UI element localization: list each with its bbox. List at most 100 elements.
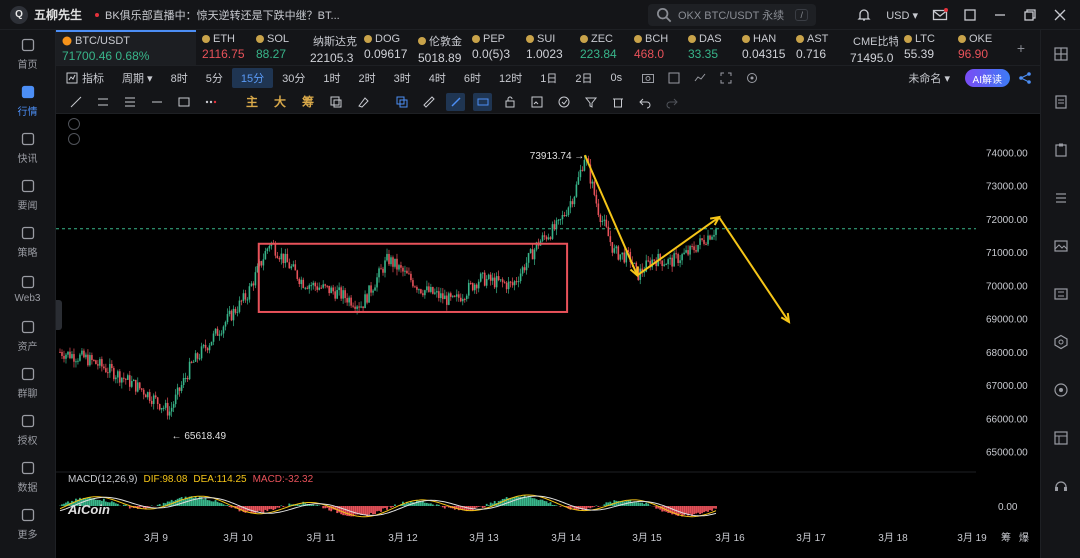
big-order-toggle[interactable]: 大	[270, 93, 290, 110]
rs-layout-button[interactable]	[1041, 30, 1080, 78]
rs-clipboard-button[interactable]	[1041, 126, 1080, 174]
settings-icon[interactable]	[745, 71, 759, 85]
ticker-2[interactable]: SOL 88.27	[250, 30, 304, 65]
mail-icon[interactable]	[932, 7, 948, 23]
redo-tool[interactable]	[662, 93, 681, 111]
ticker-9[interactable]: BCH 468.0	[628, 30, 682, 65]
ticker-1[interactable]: ETH 2116.75	[196, 30, 250, 65]
fullscreen-icon[interactable]	[719, 71, 733, 85]
sidebar-item-7[interactable]: 群聊	[0, 359, 55, 406]
hide-tool[interactable]	[500, 93, 519, 111]
rs-hexagon-button[interactable]	[1041, 318, 1080, 366]
ticker-11[interactable]: HAN 0.04315	[736, 30, 790, 65]
timeframe-3[interactable]: 30分	[273, 68, 314, 88]
sidebar-item-10[interactable]: 更多	[0, 500, 55, 547]
ticker-15[interactable]: OKE 96.90	[952, 30, 1006, 65]
sidebar-item-6[interactable]: 资产	[0, 312, 55, 359]
magnet-tool[interactable]	[446, 92, 466, 111]
rs-image-button[interactable]	[1041, 222, 1080, 270]
ticker-8[interactable]: ZEC 223.84	[574, 30, 628, 65]
price-chart[interactable]: 74000.00 73000.00 72000.00 71000.00 70000.00…	[56, 114, 1040, 558]
channel-tool[interactable]	[120, 93, 139, 111]
hline-tool[interactable]	[93, 93, 112, 111]
search-box[interactable]: OKX BTC/USDT 永续 /	[648, 4, 816, 26]
delete-tool[interactable]	[608, 93, 627, 111]
share-icon[interactable]	[1018, 71, 1032, 85]
timeframe-1[interactable]: 5分	[197, 68, 232, 88]
indicator-button[interactable]: 指标	[56, 68, 113, 88]
close-icon[interactable]	[1052, 7, 1068, 23]
rs-panel-button[interactable]	[1041, 414, 1080, 462]
rs-depth-button[interactable]	[1041, 270, 1080, 318]
sidebar-item-3[interactable]: 要闻	[0, 171, 55, 218]
timeframe-8[interactable]: 6时	[455, 68, 490, 88]
ai-interpret-button[interactable]: AI解读	[964, 69, 1010, 87]
ticker-13[interactable]: CME比特 71495.0	[844, 30, 898, 65]
template-icon[interactable]	[667, 71, 681, 85]
macd-bar	[693, 506, 695, 515]
timeframe-12[interactable]: 0s	[601, 68, 631, 88]
rs-list-button[interactable]	[1041, 174, 1080, 222]
sidebar-item-8[interactable]: 授权	[0, 406, 55, 453]
chip-toggle[interactable]: 筹	[298, 93, 318, 110]
rs-notes-button[interactable]	[1041, 78, 1080, 126]
chart-settings-toggle[interactable]	[68, 133, 80, 145]
minimize-icon[interactable]	[992, 7, 1008, 23]
camera-icon[interactable]	[641, 71, 655, 85]
compare-icon[interactable]	[693, 71, 707, 85]
ticker-4[interactable]: DOG 0.09617	[358, 30, 412, 65]
sidebar-item-4[interactable]: 策略	[0, 218, 55, 265]
filter-tool[interactable]	[581, 93, 600, 111]
app-logo[interactable]: Q 五柳先生	[0, 5, 95, 24]
ticker-0[interactable]: BTC/USDT 71700.46 0.68%	[56, 30, 196, 65]
more-tools[interactable]	[201, 93, 220, 111]
timeframe-2[interactable]: 15分	[231, 68, 274, 88]
copy-tool[interactable]	[326, 93, 345, 111]
ticker-6[interactable]: PEP 0.0(5)3	[466, 30, 520, 65]
alert-tool[interactable]	[554, 93, 573, 111]
lock-tool[interactable]	[473, 92, 493, 111]
ruler-tool[interactable]	[419, 93, 438, 111]
layout-name-select[interactable]: 未命名 ▾	[908, 70, 950, 86]
chart-canvas[interactable]: 74000.00 73000.00 72000.00 71000.00 70000.00…	[56, 114, 1040, 558]
eraser-tool[interactable]	[353, 93, 372, 111]
chart-side-handle[interactable]	[56, 300, 62, 330]
candle-body	[254, 272, 257, 286]
timeframe-4[interactable]: 1时	[314, 68, 349, 88]
timeframe-7[interactable]: 4时	[420, 68, 455, 88]
timeframe-0[interactable]: 8时	[162, 68, 197, 88]
timeframe-10[interactable]: 1日	[531, 68, 566, 88]
chart-collapse-toggle[interactable]	[68, 118, 80, 130]
ticker-3[interactable]: 纳斯达克 22105.3	[304, 30, 358, 65]
ticker-7[interactable]: SUI 1.0023	[520, 30, 574, 65]
news-ticker[interactable]: BK俱乐部直播中：惊天逆转还是下跌中继？BT...	[95, 7, 340, 23]
rs-support-button[interactable]	[1041, 462, 1080, 510]
timeframe-5[interactable]: 2时	[349, 68, 384, 88]
sidebar-item-5[interactable]: Web3	[0, 265, 55, 312]
main-chart-toggle[interactable]: 主	[242, 93, 262, 110]
add-ticker-button[interactable]: +	[1006, 30, 1036, 65]
timeframe-11[interactable]: 2日	[566, 68, 601, 88]
timeframe-6[interactable]: 3时	[385, 68, 420, 88]
sidebar-item-0[interactable]: 首页	[0, 30, 55, 77]
ticker-5[interactable]: 伦敦金 5018.89	[412, 30, 466, 65]
period-select[interactable]: 周期 ▾	[113, 68, 162, 88]
ticker-10[interactable]: DAS 33.35	[682, 30, 736, 65]
bell-icon[interactable]	[856, 7, 872, 23]
undo-tool[interactable]	[635, 93, 654, 111]
sidebar-item-9[interactable]: 数据	[0, 453, 55, 500]
window-float-icon[interactable]	[962, 7, 978, 23]
sidebar-item-1[interactable]: 行情	[0, 77, 55, 124]
maximize-icon[interactable]	[1022, 7, 1038, 23]
ray-tool[interactable]	[147, 93, 166, 111]
timeframe-9[interactable]: 12时	[490, 68, 531, 88]
trendline-tool[interactable]	[66, 93, 85, 111]
link-tool[interactable]	[392, 93, 411, 111]
currency-select[interactable]: USD ▾	[886, 9, 918, 22]
sidebar-item-2[interactable]: 快讯	[0, 124, 55, 171]
ticker-12[interactable]: AST 0.716	[790, 30, 844, 65]
rs-chat-button[interactable]	[1041, 366, 1080, 414]
ticker-14[interactable]: LTC 55.39	[898, 30, 952, 65]
template-tool[interactable]	[527, 93, 546, 111]
rectangle-tool[interactable]	[174, 93, 193, 111]
